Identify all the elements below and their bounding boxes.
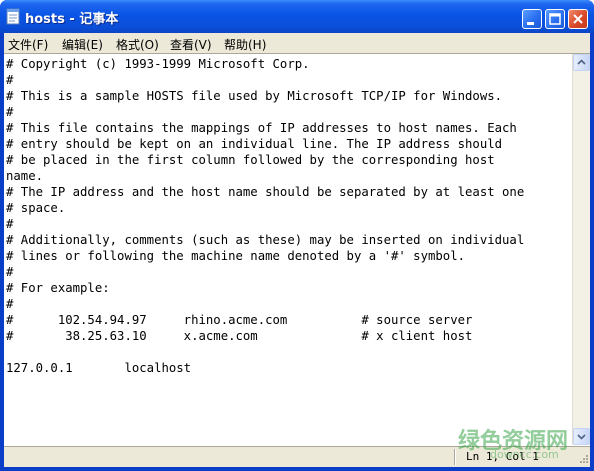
minimize-button[interactable] (522, 9, 542, 29)
scroll-down-button[interactable] (573, 428, 590, 445)
close-button[interactable] (568, 9, 588, 29)
menu-view[interactable]: 查看(V) (170, 36, 212, 53)
menu-help[interactable]: 帮助(H) (224, 36, 266, 53)
resize-grip-icon[interactable] (577, 454, 589, 466)
menu-format[interactable]: 格式(O) (116, 36, 159, 53)
scroll-up-button[interactable] (573, 54, 590, 71)
chevron-up-icon (577, 59, 586, 65)
menu-file[interactable]: 文件(F) (8, 36, 48, 53)
notepad-window: hosts - 记事本 文件(F) 编辑(E) 格式(O) 查看(V) 帮助(H (0, 0, 594, 471)
close-icon (573, 14, 583, 24)
maximize-icon (549, 13, 561, 25)
minimize-icon (527, 22, 534, 25)
chevron-down-icon (577, 434, 586, 440)
notepad-icon[interactable] (6, 8, 20, 25)
status-separator (454, 449, 456, 465)
vertical-scrollbar[interactable] (572, 54, 590, 445)
client-area: 文件(F) 编辑(E) 格式(O) 查看(V) 帮助(H) # Copyrigh… (4, 33, 590, 467)
watermark-url: downcc.com (490, 448, 559, 461)
maximize-button[interactable] (545, 9, 565, 29)
title-bar[interactable]: hosts - 记事本 (0, 0, 594, 33)
editor-text[interactable]: # Copyright (c) 1993-1999 Microsoft Corp… (6, 56, 564, 445)
window-title: hosts - 记事本 (25, 12, 119, 27)
text-editor[interactable]: # Copyright (c) 1993-1999 Microsoft Corp… (4, 53, 590, 446)
menu-edit[interactable]: 编辑(E) (62, 36, 103, 53)
menu-bar: 文件(F) 编辑(E) 格式(O) 查看(V) 帮助(H) (4, 33, 590, 53)
